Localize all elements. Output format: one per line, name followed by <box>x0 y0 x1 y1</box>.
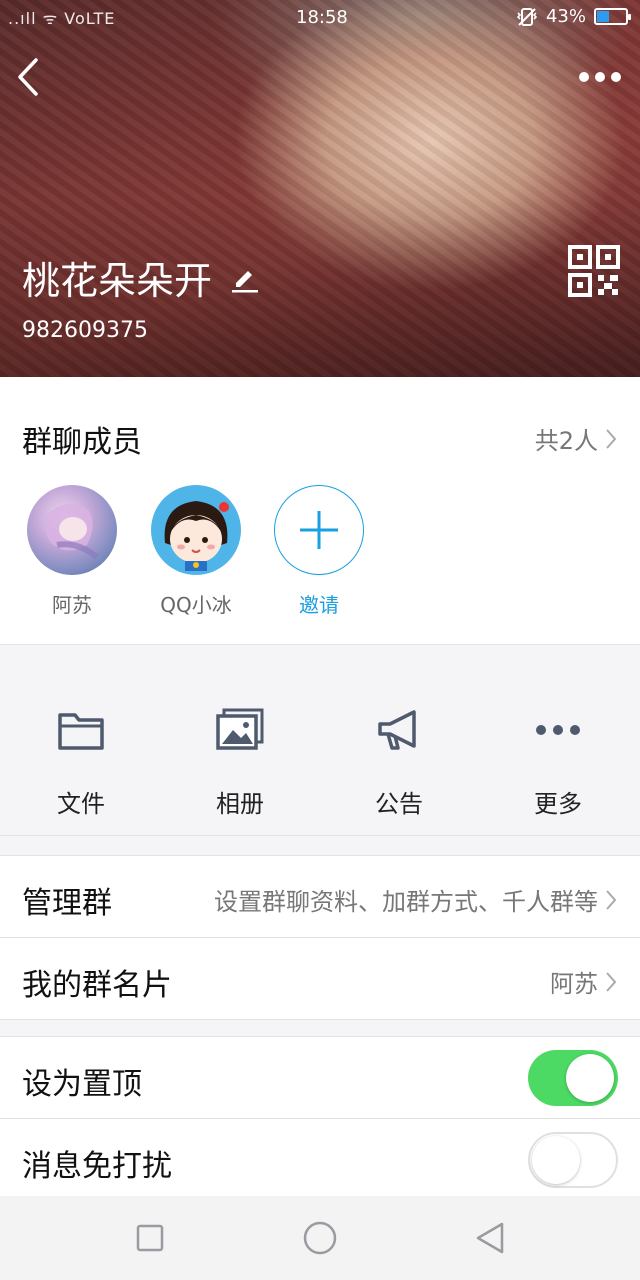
member-name: 阿苏 <box>52 593 92 617</box>
megaphone-icon <box>339 706 459 754</box>
members-count: 共2人 <box>534 427 598 455</box>
anime-avatar-icon <box>44 503 99 560</box>
toggle-knob <box>532 1136 580 1184</box>
shortcuts-bar: 文件 相册 公告 更多 <box>0 646 640 836</box>
toggle-knob <box>566 1054 614 1102</box>
group-members-section: 群聊成员 共2人 阿苏 QQ小冰 邀请 <box>0 377 640 645</box>
edit-pencil-icon[interactable] <box>230 263 260 293</box>
files-button[interactable]: 文件 <box>21 706 141 819</box>
status-time: 18:58 <box>296 7 348 28</box>
recent-apps-square-icon[interactable] <box>132 1220 168 1256</box>
announcement-label: 公告 <box>375 790 423 818</box>
member-item[interactable]: QQ小冰 <box>150 485 242 618</box>
my-group-card-value: 阿苏 <box>550 970 598 998</box>
album-icon <box>180 706 300 754</box>
system-nav-bar <box>0 1196 640 1280</box>
back-button[interactable] <box>10 52 50 102</box>
announcement-button[interactable]: 公告 <box>339 706 459 819</box>
chevron-right-icon <box>606 428 617 449</box>
manage-group-value-wrap: 设置群聊资料、加群方式、千人群等 <box>214 882 618 917</box>
more-label: 更多 <box>534 790 582 818</box>
member-item[interactable]: 阿苏 <box>26 485 118 618</box>
do-not-disturb-title: 消息免打扰 <box>22 1149 172 1184</box>
do-not-disturb-row: 消息免打扰 <box>0 1119 640 1196</box>
avatar <box>151 485 241 575</box>
folder-icon <box>21 706 141 754</box>
divider <box>0 1019 640 1020</box>
do-not-disturb-toggle[interactable] <box>528 1132 618 1188</box>
pin-to-top-title: 设为置顶 <box>22 1067 142 1102</box>
my-group-card-title: 我的群名片 <box>22 968 172 1003</box>
signal-indicators: ..ıll ᯤ VoLTE <box>8 9 116 28</box>
members-count-link[interactable]: 共2人 <box>535 421 618 456</box>
group-name: 桃花朵朵开 <box>22 259 213 303</box>
invite-label: 邀请 <box>299 593 339 617</box>
files-label: 文件 <box>57 790 105 818</box>
qq-xiaobing-avatar-icon <box>164 501 229 571</box>
group-name-row: 桃花朵朵开 <box>22 250 260 305</box>
qr-code-icon <box>568 245 620 297</box>
plus-icon <box>300 511 338 549</box>
more-options-button[interactable] <box>576 62 626 92</box>
status-right: 43% <box>516 6 631 27</box>
invite-button[interactable]: 邀请 <box>273 485 365 618</box>
album-button[interactable]: 相册 <box>180 706 300 819</box>
album-label: 相册 <box>216 790 264 818</box>
status-bar: ..ıll ᯤ VoLTE 18:58 43% <box>0 0 640 36</box>
battery-icon <box>594 8 631 25</box>
qr-code-button[interactable] <box>568 245 620 297</box>
avatar <box>27 485 117 575</box>
more-dots-icon <box>498 706 618 754</box>
chevron-right-icon <box>606 971 617 992</box>
members-title: 群聊成员 <box>22 425 142 460</box>
back-arrow-icon <box>18 58 38 96</box>
vibrate-icon <box>516 7 538 26</box>
manage-group-title: 管理群 <box>22 886 112 921</box>
more-dots-icon <box>579 72 621 82</box>
back-triangle-icon[interactable] <box>472 1220 508 1256</box>
pin-to-top-toggle[interactable] <box>528 1050 618 1106</box>
my-group-card-value-wrap: 阿苏 <box>550 964 618 999</box>
more-button[interactable]: 更多 <box>498 706 618 819</box>
invite-circle <box>274 485 364 575</box>
manage-group-value: 设置群聊资料、加群方式、千人群等 <box>214 888 598 916</box>
group-number: 982609375 <box>22 318 148 343</box>
member-name: QQ小冰 <box>160 593 232 617</box>
pin-to-top-row: 设为置顶 <box>0 1037 640 1119</box>
battery-percent: 43% <box>545 6 586 27</box>
my-group-card-row[interactable]: 我的群名片 阿苏 <box>0 938 640 1020</box>
chevron-right-icon <box>606 889 617 910</box>
home-circle-icon[interactable] <box>302 1220 338 1256</box>
manage-group-row[interactable]: 管理群 设置群聊资料、加群方式、千人群等 <box>0 856 640 938</box>
